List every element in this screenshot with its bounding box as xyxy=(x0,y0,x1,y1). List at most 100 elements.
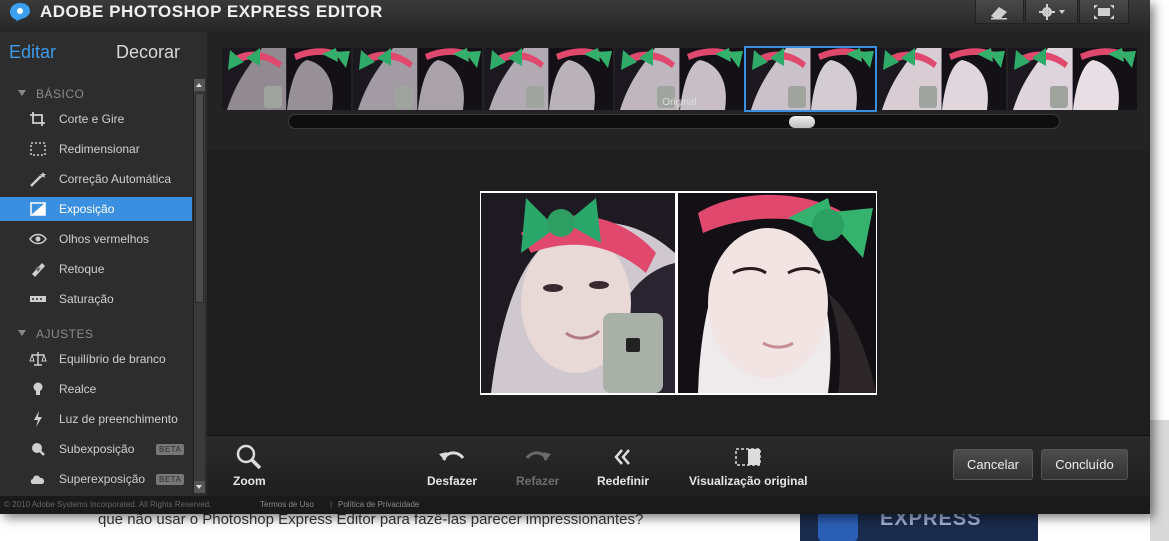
thumbnail-image xyxy=(746,48,875,110)
section-ajustes[interactable]: AJUSTES xyxy=(0,322,192,346)
cancel-button[interactable]: Cancelar xyxy=(953,449,1033,480)
sidebar-item-label: Corte e Gire xyxy=(59,112,125,126)
fullscreen-button[interactable] xyxy=(1079,0,1129,24)
sidebar-item-superexposicao[interactable]: Superexposição BETA xyxy=(0,467,192,491)
photo-left-half xyxy=(481,193,675,393)
scroll-thumb[interactable] xyxy=(195,93,204,303)
saturation-icon xyxy=(30,296,46,302)
exposure-slider[interactable] xyxy=(288,114,1060,129)
sidebar-item-label: Superexposição xyxy=(59,472,146,486)
tab-decorar[interactable]: Decorar xyxy=(116,42,180,63)
gear-icon xyxy=(1038,3,1065,20)
redo-button[interactable]: Refazer xyxy=(516,444,559,488)
view-original-label: Visualização original xyxy=(689,474,808,488)
eraser-icon xyxy=(990,6,1007,19)
app-logo-icon xyxy=(10,3,30,22)
preset-filmstrip: Original xyxy=(207,32,1150,151)
sidebar-item-olhos-vermelhos[interactable]: Olhos vermelhos xyxy=(0,227,192,251)
sidebar-item-retoque[interactable]: Retoque xyxy=(0,257,192,281)
privacy-link[interactable]: Política de Privacidade xyxy=(338,500,419,509)
arrow-up-icon xyxy=(196,83,202,87)
undo-label: Desfazer xyxy=(427,474,478,488)
photo-preview[interactable] xyxy=(480,191,877,395)
sidebar-item-label: Exposição xyxy=(59,202,115,216)
eraser-button[interactable] xyxy=(975,0,1024,24)
sidebar-item-label: Subexposição xyxy=(59,442,135,456)
tab-editar[interactable]: Editar xyxy=(9,42,56,63)
undo-icon xyxy=(439,451,465,461)
magnifier-icon xyxy=(32,443,45,456)
settings-button[interactable] xyxy=(1025,0,1078,24)
sidebar-item-label: Correção Automática xyxy=(59,172,172,186)
thumbnail-image xyxy=(222,48,351,110)
copyright-text: © 2010 Adobe Systems Incorporated. All R… xyxy=(4,500,212,509)
reset-label: Redefinir xyxy=(597,474,650,488)
scroll-down-button[interactable] xyxy=(194,481,205,493)
bandage-icon xyxy=(32,263,45,277)
zoom-icon xyxy=(237,444,262,470)
preset-thumbnail[interactable] xyxy=(353,48,482,110)
page-margin xyxy=(1150,0,1169,420)
reset-button[interactable]: Redefinir xyxy=(597,444,649,488)
sidebar-item-correcao-automatica[interactable]: Correção Automática xyxy=(0,167,192,191)
section-title: AJUSTES xyxy=(36,327,94,341)
collapse-triangle-icon xyxy=(18,330,26,336)
preset-thumbnail[interactable] xyxy=(1008,48,1137,110)
section-basico[interactable]: BÁSICO xyxy=(0,82,192,106)
thumbnail-image xyxy=(353,48,482,110)
sidebar-item-luz-de-preenchimento[interactable]: Luz de preenchimento xyxy=(0,407,192,431)
cloud-icon xyxy=(30,475,45,484)
sidebar-item-exposicao[interactable]: Exposição xyxy=(0,197,192,221)
sidebar-item-corte-e-gire[interactable]: Corte e Gire xyxy=(0,107,192,131)
photo-right-half xyxy=(678,193,876,393)
beta-badge: BETA xyxy=(156,474,185,485)
preset-thumbnail[interactable] xyxy=(744,46,877,112)
sidebar-item-realce[interactable]: Realce xyxy=(0,377,192,401)
sidebar-tabs: Editar Decorar xyxy=(0,32,207,74)
rewind-icon xyxy=(614,449,630,465)
done-button[interactable]: Concluído xyxy=(1041,449,1128,480)
section-title: BÁSICO xyxy=(36,87,85,101)
thumbnail-image xyxy=(1008,48,1137,110)
sidebar-item-label: Equilíbrio de branco xyxy=(59,352,166,366)
sidebar-item-label: Retoque xyxy=(59,262,105,276)
zoom-button[interactable]: Zoom xyxy=(233,444,266,488)
sidebar-item-saturacao[interactable]: Saturação xyxy=(0,287,192,311)
image-canvas xyxy=(207,151,1150,435)
sidebar-item-equilibrio-de-branco[interactable]: Equilíbrio de branco xyxy=(0,347,192,371)
sidebar-scrollbar[interactable] xyxy=(193,79,205,493)
preset-thumbnail[interactable]: Original xyxy=(615,48,744,110)
undo-button[interactable]: Desfazer xyxy=(427,444,477,488)
exposure-icon xyxy=(30,202,46,216)
view-original-button[interactable]: Visualização original xyxy=(689,444,808,488)
beta-badge: BETA xyxy=(156,444,185,455)
sidebar-item-subexposicao[interactable]: Subexposição BETA xyxy=(0,437,192,461)
crop-icon xyxy=(30,112,45,126)
title-bar: ADOBE PHOTOSHOP EXPRESS EDITOR xyxy=(0,0,1150,32)
sidebar-item-label: Realce xyxy=(59,382,97,396)
app-title: ADOBE PHOTOSHOP EXPRESS EDITOR xyxy=(40,2,383,21)
preset-thumbnail[interactable] xyxy=(484,48,613,110)
collapse-triangle-icon xyxy=(18,90,26,96)
sidebar-item-label: Redimensionar xyxy=(59,142,140,156)
sidebar-item-redimensionar[interactable]: Redimensionar xyxy=(0,137,192,161)
sidebar-item-label: Olhos vermelhos xyxy=(59,232,150,246)
photoshop-express-window: ADOBE PHOTOSHOP EXPRESS EDITOR Editar De… xyxy=(0,0,1150,514)
scroll-up-button[interactable] xyxy=(194,79,205,91)
thumbnail-image xyxy=(877,48,1006,110)
original-label: Original xyxy=(662,97,697,108)
preset-thumbnail[interactable] xyxy=(222,48,351,110)
lightning-icon xyxy=(34,411,42,427)
exposure-slider-handle[interactable] xyxy=(789,116,815,128)
terms-link[interactable]: Termos de Uso xyxy=(260,500,314,509)
redo-icon xyxy=(525,451,551,461)
sidebar: Editar Decorar BÁSICO Corte e Gire Redim… xyxy=(0,32,207,496)
eye-icon xyxy=(29,233,47,245)
sidebar-item-label: Saturação xyxy=(59,292,114,306)
page-margin-shade xyxy=(1150,420,1169,541)
resize-icon xyxy=(30,142,46,156)
sidebar-item-label: Luz de preenchimento xyxy=(59,412,178,426)
magic-wand-icon xyxy=(30,172,46,187)
thumbnail-image xyxy=(484,48,613,110)
preset-thumbnail[interactable] xyxy=(877,48,1006,110)
